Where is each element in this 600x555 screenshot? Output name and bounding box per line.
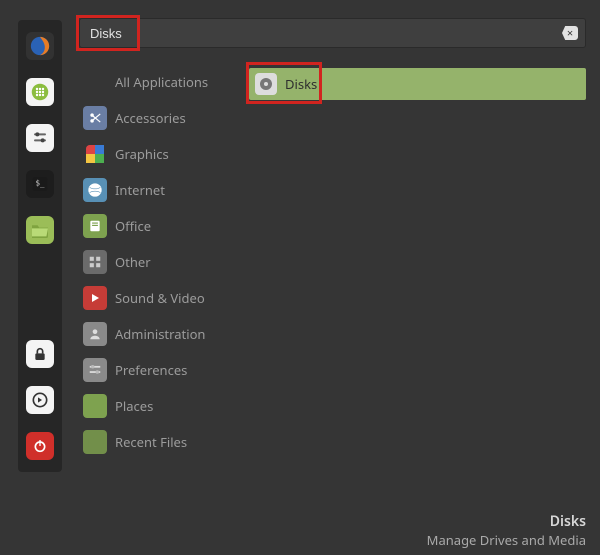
category-label: Office <box>115 217 151 235</box>
category-other[interactable]: Other <box>79 248 249 276</box>
folder-icon <box>83 394 107 418</box>
favorite-lock[interactable] <box>26 340 54 368</box>
results-list: Disks <box>249 68 586 456</box>
category-label: All Applications <box>115 73 208 91</box>
settings-icon <box>32 130 48 146</box>
globe-icon <box>83 178 107 202</box>
category-label: Accessories <box>115 109 186 127</box>
category-graphics[interactable]: Graphics <box>79 140 249 168</box>
prefs-icon <box>83 358 107 382</box>
folder-icon <box>83 430 107 454</box>
office-icon <box>83 214 107 238</box>
app-tooltip: Disks Manage Drives and Media <box>427 512 586 549</box>
grid-icon <box>83 250 107 274</box>
favorite-firefox[interactable] <box>26 32 54 60</box>
category-preferences[interactable]: Preferences <box>79 356 249 384</box>
tooltip-title: Disks <box>427 512 586 531</box>
category-all[interactable]: All Applications <box>79 68 249 96</box>
play-icon <box>83 286 107 310</box>
category-places[interactable]: Places <box>79 392 249 420</box>
favorite-settings[interactable] <box>26 124 54 152</box>
logout-icon <box>32 392 48 408</box>
lock-icon <box>32 346 48 362</box>
category-accessories[interactable]: Accessories <box>79 104 249 132</box>
category-label: Graphics <box>115 145 169 163</box>
category-label: Sound & Video <box>115 289 205 307</box>
result-item-label: Disks <box>285 75 317 93</box>
category-label: Places <box>115 397 153 415</box>
category-sound-video[interactable]: Sound & Video <box>79 284 249 312</box>
palette-icon <box>83 142 107 166</box>
tooltip-subtitle: Manage Drives and Media <box>427 531 586 549</box>
svg-text:$_: $_ <box>36 179 46 188</box>
favorites-panel: $_ <box>18 20 62 472</box>
category-label: Recent Files <box>115 433 187 451</box>
favorite-power[interactable] <box>26 432 54 460</box>
files-icon <box>30 222 50 238</box>
disk-icon <box>255 73 277 95</box>
apps-icon <box>31 83 49 101</box>
category-label: Preferences <box>115 361 187 379</box>
category-recent-files[interactable]: Recent Files <box>79 428 249 456</box>
favorite-logout[interactable] <box>26 386 54 414</box>
favorite-apps[interactable] <box>26 78 54 106</box>
result-item-disks[interactable]: Disks <box>249 68 586 100</box>
category-label: Administration <box>115 325 205 343</box>
admin-icon <box>83 322 107 346</box>
category-label: Other <box>115 253 151 271</box>
category-label: Internet <box>115 181 165 199</box>
blank-icon <box>83 70 107 94</box>
scissors-icon <box>83 106 107 130</box>
search-input[interactable] <box>79 18 586 48</box>
clear-search-icon[interactable]: × <box>562 26 578 40</box>
favorite-terminal[interactable]: $_ <box>26 170 54 198</box>
category-office[interactable]: Office <box>79 212 249 240</box>
power-icon <box>32 438 48 454</box>
favorite-files[interactable] <box>26 216 54 244</box>
firefox-icon <box>29 35 51 57</box>
category-internet[interactable]: Internet <box>79 176 249 204</box>
category-administration[interactable]: Administration <box>79 320 249 348</box>
categories-list: All Applications Accessories Graphics Inter… <box>79 68 249 456</box>
terminal-icon: $_ <box>31 175 49 193</box>
